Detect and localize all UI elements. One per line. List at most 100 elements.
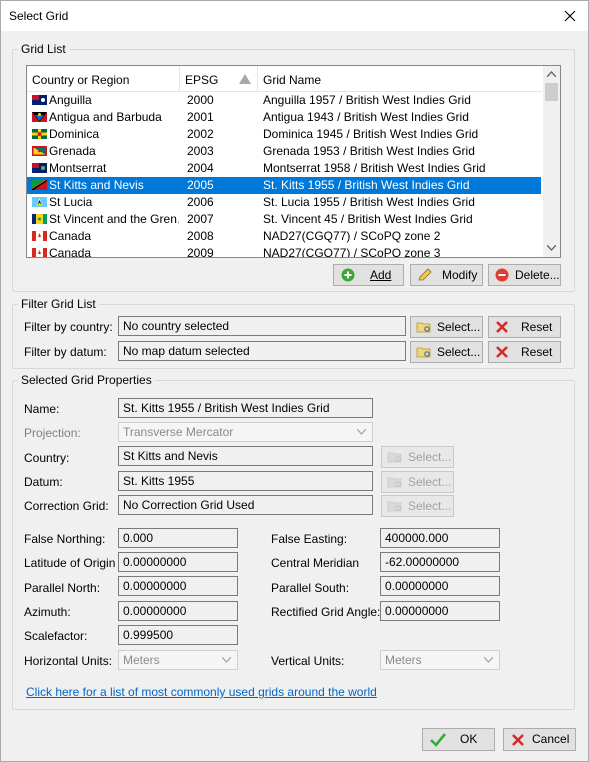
dominica-flag-icon <box>32 129 47 139</box>
table-row[interactable]: Grenada 2003 Grenada 1953 / British West… <box>27 143 541 160</box>
datum-select-button[interactable]: Select... <box>381 471 454 493</box>
vertical-units-combo: Meters <box>380 650 500 670</box>
chevron-down-icon <box>484 657 493 663</box>
col-country[interactable]: Country or Region <box>27 66 180 92</box>
name-label: Name: <box>24 402 60 416</box>
row-grid-name: Dominica 1945 / British West Indies Grid <box>263 127 479 141</box>
add-icon <box>341 268 355 282</box>
filter-country-reset-button[interactable]: Reset <box>488 316 561 338</box>
table-row[interactable]: Antigua and Barbuda 2001 Antigua 1943 / … <box>27 109 541 126</box>
row-country: Anguilla <box>49 93 92 107</box>
filter-datum-reset-label: Reset <box>521 345 553 359</box>
projection-combo: Transverse Mercator <box>118 422 373 442</box>
anguilla-flag-icon <box>32 95 47 105</box>
col-grid-name[interactable]: Grid Name <box>258 66 542 92</box>
row-epsg: 2008 <box>187 229 214 243</box>
horizontal-units-combo: Meters <box>118 650 238 670</box>
st-kitts-flag-icon <box>32 180 47 190</box>
parallel-south-label: Parallel South: <box>271 581 350 595</box>
common-grids-link[interactable]: Click here for a list of most commonly u… <box>26 685 377 699</box>
modify-button[interactable]: Modify <box>410 264 483 286</box>
st-vincent-flag-icon <box>32 214 47 224</box>
grenada-flag-icon <box>32 146 47 156</box>
row-country: Canada <box>49 229 92 243</box>
col-epsg[interactable]: EPSG <box>180 66 258 92</box>
table-row[interactable]: St Lucia 2006 St. Lucia 1955 / British W… <box>27 194 541 211</box>
row-country: Grenada <box>49 144 96 158</box>
chevron-down-icon <box>222 657 231 663</box>
correction-grid-select-label: Select... <box>408 499 452 513</box>
projection-value: Transverse Mercator <box>123 425 234 439</box>
scroll-down-icon[interactable] <box>547 245 556 251</box>
row-country: St Lucia <box>49 195 93 209</box>
filter-country-select-button[interactable]: Select... <box>410 316 483 338</box>
country-label: Country: <box>24 451 70 465</box>
datum-field: St. Kitts 1955 <box>118 471 373 491</box>
parallel-north-field: 0.00000000 <box>118 576 238 596</box>
rectified-grid-angle-label: Rectified Grid Angle: <box>271 605 381 619</box>
row-grid-name: NAD27(CGQ77) / SCoPQ zone 3 <box>263 246 441 258</box>
title-bar: Select Grid <box>1 1 588 31</box>
delete-icon <box>495 268 509 282</box>
scroll-thumb[interactable] <box>545 83 558 101</box>
table-row[interactable]: Anguilla 2000 Anguilla 1957 / British We… <box>27 92 541 109</box>
delete-button[interactable]: Delete... <box>488 264 561 286</box>
row-country: St Vincent and the Gren… <box>49 212 179 226</box>
correction-grid-label: Correction Grid: <box>24 499 109 513</box>
montserrat-flag-icon <box>32 163 47 173</box>
false-easting-label: False Easting: <box>271 532 348 546</box>
filter-country-reset-label: Reset <box>521 320 553 334</box>
row-epsg: 2005 <box>187 178 214 192</box>
filter-datum-select-label: Select... <box>437 345 481 359</box>
ok-button[interactable]: OK <box>422 728 495 751</box>
horizontal-units-label: Horizontal Units: <box>24 654 113 668</box>
canada-flag-icon <box>32 248 47 257</box>
row-country: Antigua and Barbuda <box>49 110 162 124</box>
row-country: Canada <box>49 246 92 258</box>
rectified-grid-angle-field: 0.00000000 <box>380 601 500 621</box>
table-row[interactable]: St Vincent and the Gren… 2007 St. Vincen… <box>27 211 541 228</box>
row-grid-name: St. Lucia 1955 / British West Indies Gri… <box>263 195 475 209</box>
correction-grid-field: No Correction Grid Used <box>118 495 373 515</box>
country-field: St Kitts and Nevis <box>118 446 373 466</box>
row-country: Montserrat <box>49 161 107 175</box>
table-row[interactable]: Montserrat 2004 Montserrat 1958 / Britis… <box>27 160 541 177</box>
pencil-icon <box>418 268 432 281</box>
row-country: Dominica <box>49 127 100 141</box>
filter-datum-reset-button[interactable]: Reset <box>488 341 561 363</box>
country-select-button[interactable]: Select... <box>381 446 454 468</box>
table-row-selected[interactable]: St Kitts and Nevis 2005 St. Kitts 1955 /… <box>27 177 541 194</box>
folder-search-icon <box>387 452 402 463</box>
filter-country-select-label: Select... <box>437 320 481 334</box>
grid-list-label: Grid List <box>18 42 69 56</box>
row-grid-name: Grenada 1953 / British West Indies Grid <box>263 144 475 158</box>
row-epsg: 2009 <box>187 246 214 258</box>
select-grid-dialog: Select Grid Grid List Country or Region … <box>0 0 589 762</box>
add-button[interactable]: Add <box>333 264 404 286</box>
false-northing-label: False Northing: <box>24 532 106 546</box>
close-icon[interactable] <box>560 6 580 26</box>
name-field[interactable]: St. Kitts 1955 / British West Indies Gri… <box>118 398 373 418</box>
grid-table[interactable]: Country or Region EPSG Grid Name Anguill… <box>26 65 561 258</box>
azimuth-field: 0.00000000 <box>118 601 238 621</box>
scalefactor-label: Scalefactor: <box>24 629 88 643</box>
folder-search-icon <box>387 477 402 488</box>
row-epsg: 2001 <box>187 110 214 124</box>
false-easting-field: 400000.000 <box>380 528 500 548</box>
cancel-label: Cancel <box>532 732 570 746</box>
filter-datum-select-button[interactable]: Select... <box>410 341 483 363</box>
scalefactor-field: 0.999500 <box>118 625 238 645</box>
vertical-scrollbar[interactable] <box>543 66 560 257</box>
cancel-button[interactable]: Cancel <box>503 728 576 751</box>
add-label: Add <box>370 268 392 282</box>
filter-country-label: Filter by country: <box>24 320 113 334</box>
country-select-label: Select... <box>408 450 452 464</box>
correction-grid-select-button[interactable]: Select... <box>381 495 454 517</box>
table-row[interactable]: Dominica 2002 Dominica 1945 / British We… <box>27 126 541 143</box>
chevron-down-icon <box>357 429 366 435</box>
delete-label: Delete... <box>515 268 560 282</box>
window-title: Select Grid <box>9 9 69 23</box>
scroll-up-icon[interactable] <box>547 71 556 77</box>
table-row[interactable]: Canada 2008 NAD27(CGQ77) / SCoPQ zone 2 <box>27 228 541 245</box>
table-row[interactable]: Canada 2009 NAD27(CGQ77) / SCoPQ zone 3 <box>27 245 541 258</box>
